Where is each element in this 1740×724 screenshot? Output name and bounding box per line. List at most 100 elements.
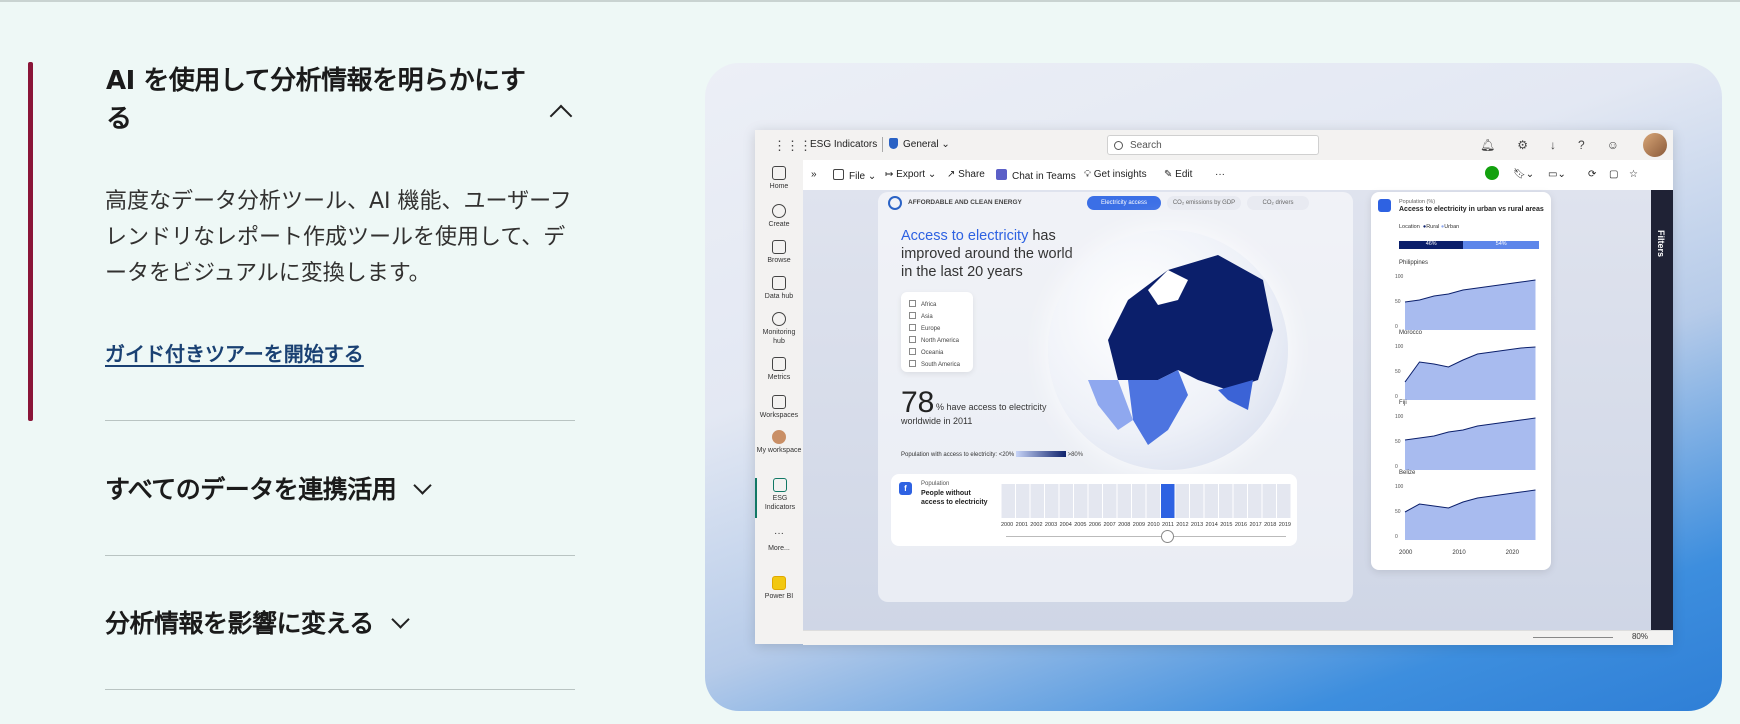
nav-create[interactable]: Create xyxy=(755,204,803,229)
edit-button[interactable]: ✎ Edit xyxy=(1164,169,1192,180)
app-launcher-icon[interactable]: ⋮⋮⋮ xyxy=(773,138,812,154)
country-area-chart[interactable]: 100 50 0 xyxy=(1395,338,1543,406)
folder-icon xyxy=(772,240,786,254)
trophy-icon xyxy=(772,357,786,371)
year-bar[interactable] xyxy=(1088,484,1103,518)
country-area-chart[interactable]: 100 50 0 xyxy=(1395,478,1543,546)
year-bar[interactable] xyxy=(1204,484,1219,518)
bell-icon[interactable]: 🔔︎ xyxy=(1480,138,1495,152)
year-bar[interactable] xyxy=(1190,484,1204,518)
region-checkbox[interactable]: Asia xyxy=(909,312,933,320)
nav-my-workspace[interactable]: My workspace xyxy=(756,430,802,455)
y-tick-label: 50 xyxy=(1395,369,1401,375)
nav-home[interactable]: Home xyxy=(755,166,803,191)
year-bar[interactable] xyxy=(1219,484,1233,518)
share-icon: ↗ xyxy=(947,169,959,180)
avatar[interactable] xyxy=(1643,133,1667,157)
shield-icon xyxy=(889,138,898,149)
get-insights-button[interactable]: 💡︎ Get insights xyxy=(1084,169,1147,180)
year-bar[interactable] xyxy=(1132,484,1146,518)
map-region-eurasia xyxy=(1108,255,1273,390)
country-area-chart[interactable]: 100 50 0 xyxy=(1395,268,1543,336)
accordion-item-1-title[interactable]: AI を使用して分析情報を明らかにする xyxy=(106,62,546,138)
region-checkbox[interactable]: Europe xyxy=(909,324,940,332)
tab-co2-emissions[interactable]: CO₂ emissions by GDP xyxy=(1167,196,1241,210)
region-checkbox[interactable]: South America xyxy=(909,360,960,368)
help-icon[interactable]: ? xyxy=(1578,138,1585,152)
nav-browse[interactable]: Browse xyxy=(755,240,803,265)
tab-co2-drivers[interactable]: CO₂ drivers xyxy=(1247,196,1309,210)
year-bar[interactable] xyxy=(1117,484,1132,518)
search-input[interactable]: Search xyxy=(1107,135,1319,155)
year-bar[interactable] xyxy=(1059,484,1074,518)
accordion-item-2[interactable]: すべてのデータを連携活用 xyxy=(105,470,432,506)
feedback-icon[interactable]: ☺ xyxy=(1607,138,1619,152)
country-area-chart[interactable]: 100 50 0 xyxy=(1395,408,1543,476)
file-menu[interactable]: File ⌄ xyxy=(833,169,876,182)
nav-monitoring-hub[interactable]: Monitoring hub xyxy=(756,312,802,346)
year-bar[interactable] xyxy=(1277,484,1291,518)
expand-icon[interactable]: » xyxy=(811,169,817,180)
region-filter[interactable]: Africa Asia Europe North America Oceania… xyxy=(901,292,973,372)
year-bar[interactable] xyxy=(1074,484,1088,518)
nav-label: Metrics xyxy=(767,374,791,381)
region-checkbox[interactable]: Oceania xyxy=(909,348,943,356)
zoom-slider[interactable] xyxy=(1533,637,1613,638)
urban-rural-panel: Population (%) Access to electricity in … xyxy=(1371,192,1551,570)
population-label: Population xyxy=(921,481,950,487)
accordion-item-3[interactable]: 分析情報を影響に変える xyxy=(105,604,410,640)
area-fill xyxy=(1405,418,1536,470)
year-bar-chart[interactable] xyxy=(1001,484,1291,518)
export-menu[interactable]: ↦ Export ⌄ xyxy=(885,169,936,180)
nav-power-bi[interactable]: Power BI xyxy=(755,576,803,601)
chevron-up-icon[interactable] xyxy=(549,104,573,128)
year-bar[interactable] xyxy=(1030,484,1045,518)
comment-icon[interactable]: ▢ xyxy=(1609,169,1618,180)
reload-icon[interactable]: ⟳ xyxy=(1588,169,1596,180)
workspace-name[interactable]: ESG Indicators xyxy=(810,139,877,150)
sensitivity-label[interactable]: General ⌄ xyxy=(903,139,950,150)
year-bar[interactable] xyxy=(1146,484,1161,518)
stat-subtext: worldwide in 2011 xyxy=(901,416,973,426)
tab-electricity-access[interactable]: Electricity access xyxy=(1087,196,1161,210)
scale-text: Population with access to electricity: xyxy=(901,452,998,458)
filters-pane[interactable]: Filters xyxy=(1651,190,1673,630)
year-bar[interactable] xyxy=(1001,484,1016,518)
year-bar[interactable] xyxy=(1233,484,1248,518)
population-card: f Population People without access to el… xyxy=(891,474,1297,546)
share-button[interactable]: ↗ Share xyxy=(947,169,985,180)
x-tick-label: 2000 xyxy=(1399,550,1413,556)
more-options-button[interactable]: ··· xyxy=(1215,169,1225,180)
download-icon[interactable]: ↓ xyxy=(1550,138,1556,152)
refresh-status-icon[interactable] xyxy=(1485,166,1499,180)
year-bar[interactable] xyxy=(1045,484,1059,518)
year-bar[interactable] xyxy=(1016,484,1030,518)
share-label: Share xyxy=(958,169,985,180)
nav-workspaces[interactable]: Workspaces xyxy=(755,395,803,420)
view-icon[interactable]: ▭⌄ xyxy=(1548,169,1566,180)
nav-metrics[interactable]: Metrics xyxy=(755,357,803,382)
year-bar[interactable] xyxy=(1248,484,1262,518)
chat-in-teams-button[interactable]: Chat in Teams xyxy=(996,169,1076,182)
region-checkbox[interactable]: North America xyxy=(909,336,959,344)
year-bar[interactable] xyxy=(1262,484,1277,518)
region-checkbox[interactable]: Africa xyxy=(909,300,936,308)
nav-data-hub[interactable]: Data hub xyxy=(755,276,803,301)
accordion-item-2-title: すべてのデータを連携活用 xyxy=(105,475,397,504)
year-slider-handle[interactable] xyxy=(1161,530,1174,543)
guided-tour-link[interactable]: ガイド付きツアーを開始する xyxy=(105,338,364,367)
favorite-icon[interactable]: ☆ xyxy=(1629,169,1638,180)
year-bar[interactable] xyxy=(1161,484,1175,518)
zoom-level[interactable]: 80% xyxy=(1632,632,1648,641)
x-tick-label: 2020 xyxy=(1505,550,1519,556)
y-tick-label: 100 xyxy=(1395,274,1404,280)
globe-map[interactable] xyxy=(1048,230,1288,470)
nav-more[interactable]: ··· More... xyxy=(755,529,803,553)
bookmark-icon[interactable]: 🔖︎⌄ xyxy=(1513,169,1534,180)
gear-icon[interactable]: ⚙ xyxy=(1517,138,1528,152)
year-bar[interactable] xyxy=(1175,484,1190,518)
nav-esg-indicators[interactable]: ESG Indicators xyxy=(755,478,803,518)
globe-svg xyxy=(1088,255,1273,445)
year-bar[interactable] xyxy=(1103,484,1117,518)
year-slider[interactable] xyxy=(1006,536,1286,537)
